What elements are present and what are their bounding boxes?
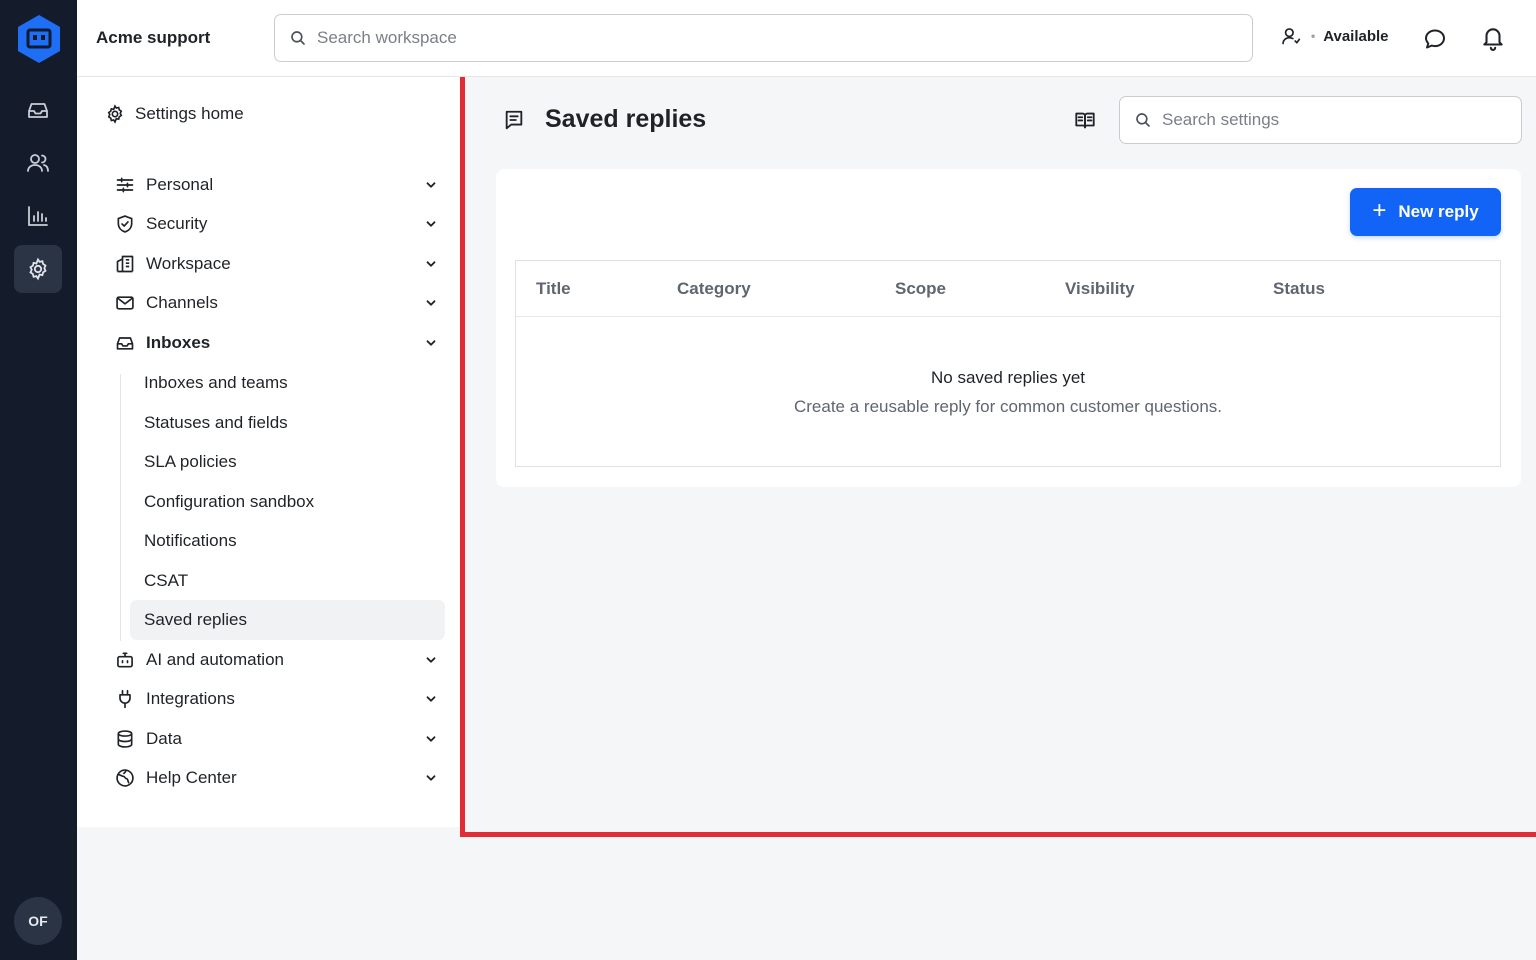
- mail-icon: [114, 292, 136, 314]
- inbox-icon: [114, 332, 136, 354]
- bell-icon[interactable]: [1480, 25, 1506, 56]
- rail-inbox-button[interactable]: [14, 86, 62, 134]
- plug-icon: [114, 688, 136, 710]
- empty-state-title: No saved replies yet: [930, 368, 1086, 387]
- sidebar-group-ai-and-automation[interactable]: AI and automation: [114, 641, 438, 679]
- gear-icon: [107, 104, 123, 124]
- new-reply-button[interactable]: + New reply: [1350, 188, 1501, 236]
- sidebar-item-csat[interactable]: CSAT: [130, 561, 445, 601]
- shield-icon: [114, 213, 136, 235]
- search-placeholder: Search workspace: [317, 28, 457, 47]
- group-label: Channels: [146, 293, 218, 312]
- sidebar-item-sla-policies[interactable]: SLA policies: [130, 442, 445, 482]
- column-header-visibility[interactable]: Visibility: [1065, 279, 1135, 299]
- database-icon: [114, 728, 136, 750]
- plus-icon: +: [1372, 196, 1387, 224]
- workspace-name[interactable]: Acme support: [96, 28, 210, 48]
- sidebar-group-inboxes[interactable]: Inboxes: [114, 324, 438, 362]
- rail-settings-button[interactable]: [14, 245, 62, 293]
- sidebar-group-data[interactable]: Data: [114, 720, 438, 758]
- rail-people-button[interactable]: [14, 139, 62, 187]
- reports-icon: [28, 206, 48, 226]
- search-icon: [1136, 113, 1150, 127]
- group-label: Personal: [146, 175, 214, 194]
- table-header: Title Category Scope Visibility Status: [516, 261, 1500, 317]
- app-rail: OF: [0, 0, 77, 960]
- sidebar-group-workspace[interactable]: Workspace: [114, 245, 438, 283]
- rail-reports-button[interactable]: [14, 192, 62, 240]
- sidebar-item-statuses-and-fields[interactable]: Statuses and fields: [130, 403, 445, 443]
- separator-dot: •: [1311, 29, 1316, 43]
- chevron-down-icon: [426, 182, 436, 188]
- globe-icon: [114, 767, 136, 789]
- message-square-icon: [503, 109, 525, 136]
- page-title: Saved replies: [545, 105, 707, 133]
- column-header-category[interactable]: Category: [677, 279, 751, 299]
- new-reply-label: New reply: [1398, 202, 1479, 221]
- sidebar-item-saved-replies[interactable]: Saved replies: [130, 600, 445, 640]
- column-header-title[interactable]: Title: [536, 279, 571, 299]
- column-header-scope[interactable]: Scope: [895, 279, 946, 299]
- settings-search-input[interactable]: Search settings: [1119, 96, 1522, 144]
- sidebar-item-inboxes-and-teams[interactable]: Inboxes and teams: [130, 363, 445, 403]
- saved-replies-table: Title Category Scope Visibility Status N…: [515, 260, 1501, 467]
- building-icon: [114, 253, 136, 275]
- chevron-down-icon: [426, 736, 436, 742]
- settings-home-link[interactable]: Settings home: [105, 104, 244, 124]
- group-label: Inboxes: [146, 333, 211, 352]
- column-header-status[interactable]: Status: [1273, 279, 1325, 299]
- main-content: Saved replies Search settings + New repl…: [460, 77, 1536, 837]
- group-label: Workspace: [146, 254, 231, 273]
- chat-icon[interactable]: [1423, 27, 1447, 56]
- sidebar-group-integrations[interactable]: Integrations: [114, 680, 438, 718]
- bot-icon: [114, 649, 136, 671]
- group-label: Data: [146, 729, 182, 748]
- group-label: Security: [146, 214, 208, 233]
- app-logo-icon[interactable]: [16, 14, 62, 64]
- settings-icon: [29, 257, 47, 281]
- chevron-down-icon: [426, 775, 436, 781]
- top-bar: Acme support Search workspace • Availabl…: [77, 0, 1536, 77]
- workspace-search-input[interactable]: Search workspace: [274, 14, 1253, 62]
- presence-status-button[interactable]: • Available: [1281, 26, 1389, 46]
- sidebar-group-personal[interactable]: Personal: [114, 166, 438, 204]
- chevron-down-icon: [426, 657, 436, 663]
- settings-sidebar: Settings home Personal Security Workspac…: [77, 77, 460, 827]
- chevron-down-icon: [426, 696, 436, 702]
- chevron-down-icon: [426, 340, 436, 346]
- chevron-down-icon: [426, 221, 436, 227]
- chevron-down-icon: [426, 300, 436, 306]
- sidebar-item-notifications[interactable]: Notifications: [130, 521, 445, 561]
- sliders-icon: [114, 174, 136, 196]
- settings-home-label: Settings home: [135, 104, 244, 123]
- chevron-down-icon: [426, 261, 436, 267]
- user-avatar[interactable]: OF: [14, 897, 62, 945]
- search-icon: [291, 31, 305, 45]
- sidebar-group-help-center[interactable]: Help Center: [114, 759, 438, 797]
- empty-state-subtitle: Create a reusable reply for common custo…: [793, 397, 1223, 416]
- book-open-icon[interactable]: [1074, 109, 1096, 136]
- user-icon: [1282, 28, 1301, 45]
- people-icon: [27, 154, 49, 172]
- search-placeholder: Search settings: [1162, 110, 1280, 129]
- sidebar-group-security[interactable]: Security: [114, 205, 438, 243]
- group-label: Help Center: [146, 768, 237, 787]
- group-label: AI and automation: [146, 650, 284, 669]
- sidebar-item-configuration-sandbox[interactable]: Configuration sandbox: [130, 482, 445, 522]
- group-label: Integrations: [146, 689, 235, 708]
- submenu-guide-line: [120, 374, 121, 641]
- presence-status-label: Available: [1323, 27, 1389, 45]
- inbox-icon: [28, 103, 48, 118]
- sidebar-group-channels[interactable]: Channels: [114, 284, 438, 322]
- saved-replies-card: + New reply Title Category Scope Visibil…: [496, 169, 1521, 487]
